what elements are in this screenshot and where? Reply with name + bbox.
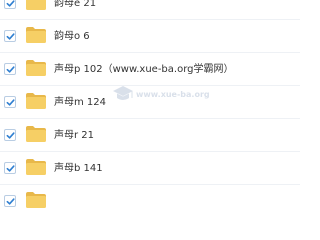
checkmark-icon (6, 99, 15, 106)
folder-icon (26, 159, 46, 175)
item-label: 声母p 102（www.xue-ba.org学霸网） (54, 64, 234, 75)
checkbox[interactable] (4, 162, 16, 174)
checkbox[interactable] (4, 0, 16, 9)
item-label: 韵母e 21 (54, 0, 97, 9)
item-label: 声母b 141 (54, 163, 103, 174)
item-label: 声母r 21 (54, 130, 95, 141)
file-list: 韵母e 21 韵母o 6 声母p 102（www.xue-ba.org学霸网） (0, 0, 300, 218)
folder-icon (26, 126, 46, 142)
checkbox[interactable] (4, 195, 16, 207)
checkbox[interactable] (4, 129, 16, 141)
folder-icon (26, 0, 46, 10)
folder-icon (26, 192, 46, 208)
checkmark-icon (6, 198, 15, 205)
checkmark-icon (6, 33, 15, 40)
item-label: 韵母o 6 (54, 31, 90, 42)
checkmark-icon (6, 165, 15, 172)
folder-icon (26, 93, 46, 109)
list-item[interactable]: 声母b 141 (0, 152, 300, 185)
list-item[interactable]: 韵母o 6 (0, 20, 300, 53)
list-item[interactable]: 声母m 124 (0, 86, 300, 119)
folder-icon (26, 60, 46, 76)
checkbox[interactable] (4, 63, 16, 75)
list-item[interactable] (0, 185, 300, 218)
checkmark-icon (6, 66, 15, 73)
checkmark-icon (6, 132, 15, 139)
list-item[interactable]: 韵母e 21 (0, 0, 300, 20)
checkbox[interactable] (4, 30, 16, 42)
folder-icon (26, 27, 46, 43)
checkbox[interactable] (4, 96, 16, 108)
item-label: 声母m 124 (54, 97, 107, 108)
list-item[interactable]: 声母p 102（www.xue-ba.org学霸网） (0, 53, 300, 86)
list-item[interactable]: 声母r 21 (0, 119, 300, 152)
checkmark-icon (6, 0, 15, 7)
